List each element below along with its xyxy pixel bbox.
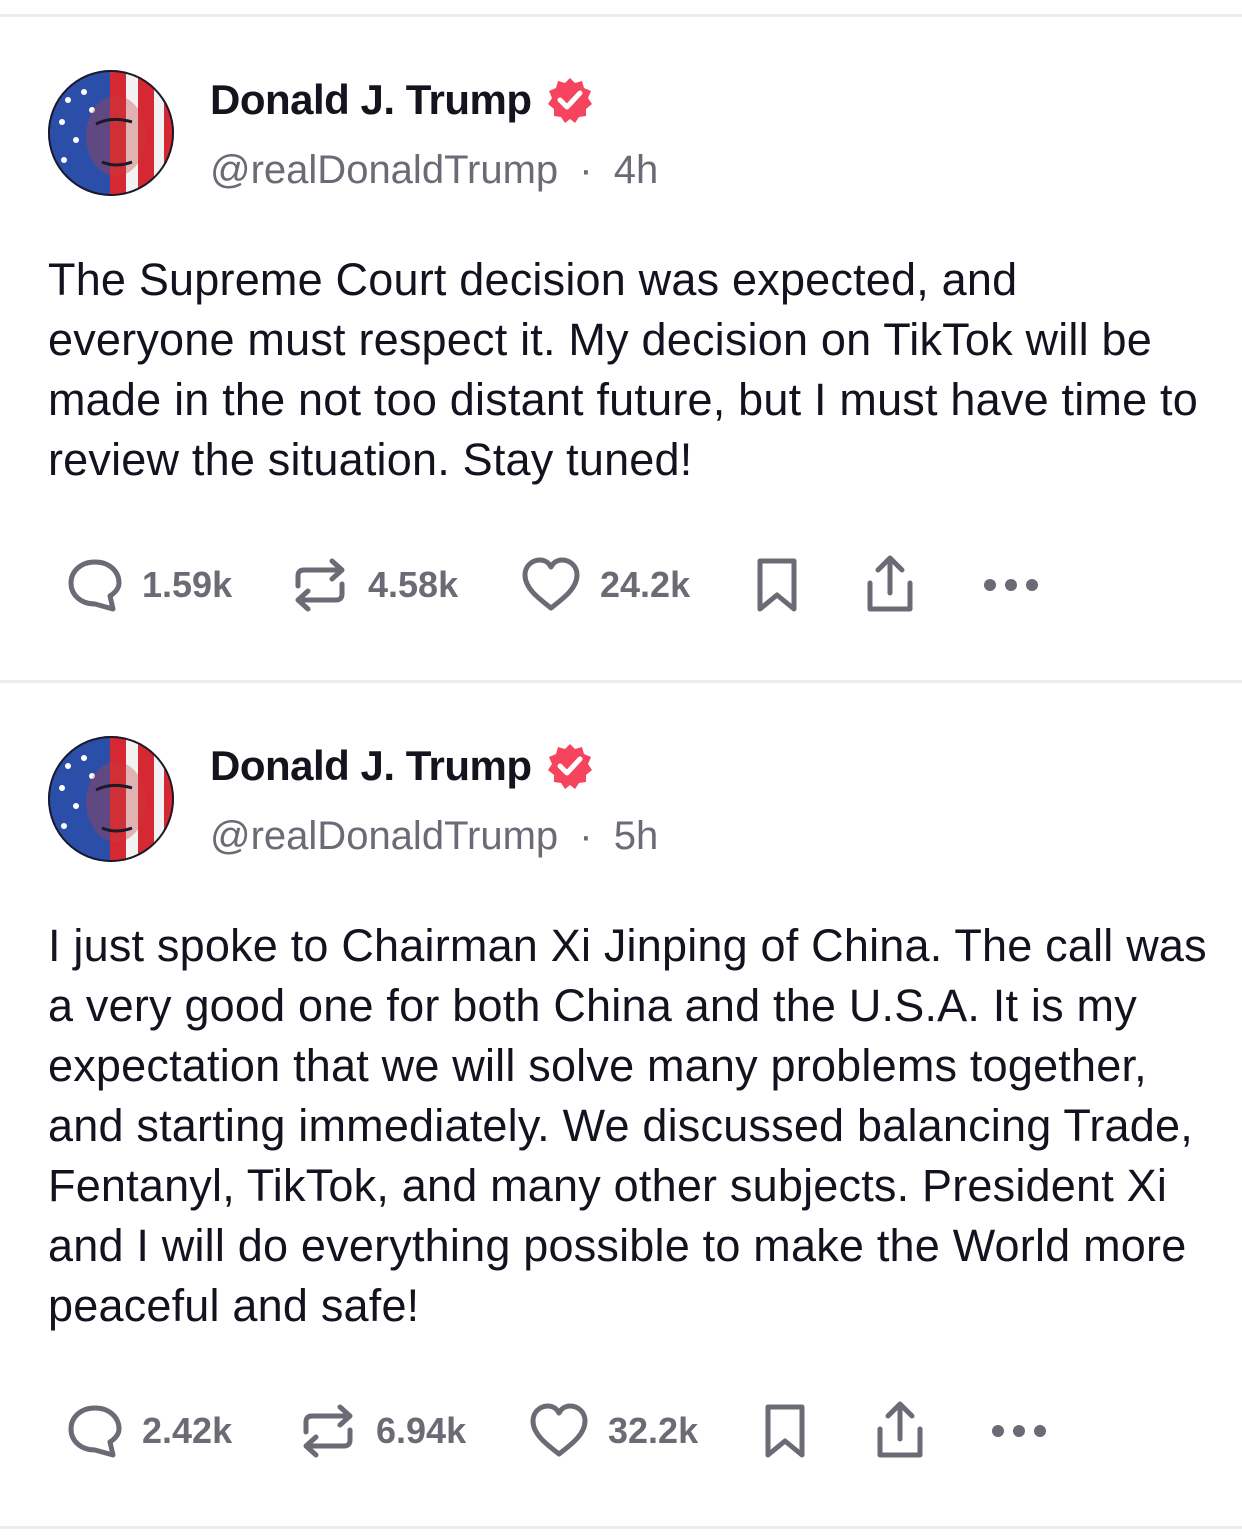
like-button[interactable]: 24.2k: [520, 550, 690, 620]
like-button[interactable]: 32.2k: [528, 1396, 698, 1466]
avatar-image: [48, 736, 174, 862]
action-bar: 2.42k 6.94k 32.2k: [0, 1396, 1242, 1466]
more-button[interactable]: [980, 550, 1042, 620]
heart-icon: [530, 1403, 588, 1457]
like-count: 24.2k: [600, 564, 691, 605]
handle-row: @realDonaldTrump · 5h: [210, 814, 658, 859]
separator: ·: [579, 814, 593, 858]
more-icon: [984, 579, 1038, 591]
handle[interactable]: @realDonaldTrump: [210, 148, 558, 192]
reply-count: 1.59k: [142, 564, 233, 605]
reply-icon: [68, 559, 122, 612]
feed-divider: [0, 14, 1242, 17]
reply-count: 2.42k: [142, 1410, 233, 1451]
share-icon: [867, 555, 913, 612]
repost-icon: [303, 1404, 353, 1458]
avatar[interactable]: [48, 70, 174, 196]
separator: ·: [579, 148, 593, 192]
repost-icon: [295, 558, 345, 612]
handle-row: @realDonaldTrump · 4h: [210, 148, 658, 193]
reply-icon: [68, 1405, 122, 1458]
feed-divider: [0, 680, 1242, 683]
reply-button[interactable]: 1.59k: [66, 550, 232, 620]
bookmark-button[interactable]: [752, 550, 802, 620]
post-card[interactable]: Donald J. Trump @realDonaldTrump · 5h I …: [0, 736, 1242, 1496]
timestamp[interactable]: 5h: [614, 814, 659, 858]
verified-badge-icon: [546, 742, 594, 790]
author-name-row[interactable]: Donald J. Trump: [210, 742, 594, 790]
repost-button[interactable]: 6.94k: [298, 1396, 466, 1466]
display-name[interactable]: Donald J. Trump: [210, 742, 532, 790]
more-button[interactable]: [988, 1396, 1050, 1466]
action-bar: 1.59k 4.58k 24.2k: [0, 550, 1242, 620]
handle[interactable]: @realDonaldTrump: [210, 814, 558, 858]
timestamp[interactable]: 4h: [614, 148, 659, 192]
post-card[interactable]: Donald J. Trump @realDonaldTrump · 4h Th…: [0, 70, 1242, 630]
post-feed: Donald J. Trump @realDonaldTrump · 4h Th…: [0, 0, 1242, 1536]
share-icon: [877, 1401, 923, 1458]
like-count: 32.2k: [608, 1410, 699, 1451]
more-icon: [992, 1425, 1046, 1437]
display-name[interactable]: Donald J. Trump: [210, 76, 532, 124]
post-body: I just spoke to Chairman Xi Jinping of C…: [48, 920, 1207, 1331]
share-button[interactable]: [870, 1396, 930, 1466]
bookmark-icon: [765, 1404, 805, 1458]
bookmark-icon: [757, 558, 797, 612]
share-button[interactable]: [860, 550, 920, 620]
bookmark-button[interactable]: [760, 1396, 810, 1466]
avatar[interactable]: [48, 736, 174, 862]
repost-button[interactable]: 4.58k: [290, 550, 458, 620]
post-body: The Supreme Court decision was expected,…: [48, 254, 1198, 485]
repost-count: 6.94k: [376, 1410, 467, 1451]
heart-icon: [522, 557, 580, 611]
author-name-row[interactable]: Donald J. Trump: [210, 76, 594, 124]
repost-count: 4.58k: [368, 564, 459, 605]
feed-divider: [0, 1526, 1242, 1529]
verified-badge-icon: [546, 76, 594, 124]
avatar-image: [48, 70, 174, 196]
reply-button[interactable]: 2.42k: [66, 1396, 232, 1466]
